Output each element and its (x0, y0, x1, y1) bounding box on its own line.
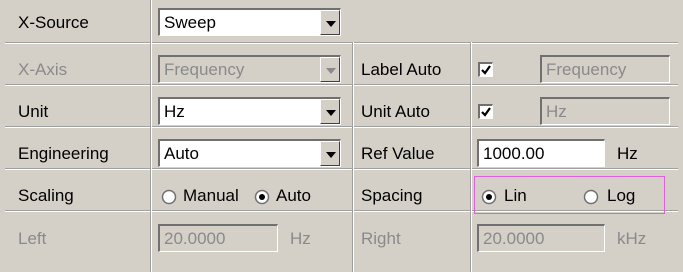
row-divider (5, 126, 678, 128)
scaling-label: Scaling (18, 186, 74, 205)
unit-label: Unit (18, 102, 49, 121)
engineering-dropdown-button[interactable] (320, 141, 340, 166)
right-value-field: 20.0000 (477, 224, 605, 252)
engineering-dropdown[interactable]: Auto (158, 139, 341, 167)
ref-value-text: 1000.00 (483, 144, 545, 163)
unit-dropdown[interactable]: Hz (158, 97, 341, 125)
chevron-down-icon (326, 68, 336, 74)
checkmark-icon (481, 65, 491, 75)
right-value: 20.0000 (483, 229, 545, 248)
display-settings-panel: X-Source Sweep X-Axis Frequency Label Au… (0, 0, 683, 272)
left-value: 20.0000 (164, 229, 226, 248)
unit-dropdown-button[interactable] (320, 99, 340, 124)
engineering-label: Engineering (18, 144, 109, 163)
chevron-down-icon (326, 152, 336, 158)
x-source-value: Sweep (164, 13, 216, 32)
unit-auto-checkbox[interactable] (478, 104, 493, 119)
unit-auto-label: Unit Auto (361, 102, 430, 121)
x-axis-value: Frequency (164, 60, 245, 79)
column-divider (150, 0, 152, 272)
unit-text-value: Hz (546, 102, 567, 121)
x-source-dropdown[interactable]: Sweep (158, 8, 341, 36)
row-divider (5, 168, 678, 170)
row-divider (5, 42, 678, 44)
scaling-manual-radio[interactable] (161, 189, 177, 205)
left-label: Left (18, 229, 47, 248)
x-source-dropdown-button[interactable] (320, 10, 340, 35)
spacing-label: Spacing (361, 186, 423, 205)
checkmark-icon (481, 107, 491, 117)
row-divider (5, 84, 678, 86)
x-axis-label: X-Axis (18, 60, 68, 79)
column-divider (352, 42, 354, 272)
chevron-down-icon (326, 110, 336, 116)
spacing-lin-radio[interactable] (481, 189, 497, 205)
scaling-auto-radio[interactable] (254, 189, 270, 205)
unit-value: Hz (164, 102, 185, 121)
right-unit: kHz (617, 229, 647, 248)
spacing-focus-frame (474, 176, 665, 214)
ref-value-label: Ref Value (361, 144, 435, 163)
chevron-down-icon (326, 21, 336, 27)
label-auto-label: Label Auto (361, 60, 442, 79)
right-label: Right (361, 229, 401, 248)
label-auto-checkbox[interactable] (478, 62, 493, 77)
label-text-value: Frequency (546, 60, 627, 79)
x-axis-dropdown: Frequency (158, 55, 341, 83)
spacing-log-radio[interactable] (583, 189, 599, 205)
x-axis-dropdown-button (320, 57, 340, 82)
ref-value-input[interactable]: 1000.00 (477, 139, 605, 167)
unit-text-field: Hz (540, 97, 670, 125)
label-text-field: Frequency (540, 55, 670, 83)
x-source-label: X-Source (18, 13, 89, 32)
left-unit: Hz (290, 229, 311, 248)
column-divider (470, 42, 472, 272)
scaling-manual-label[interactable]: Manual (183, 183, 239, 209)
spacing-log-label[interactable]: Log (607, 183, 635, 209)
ref-value-unit: Hz (617, 144, 638, 163)
left-value-field: 20.0000 (158, 224, 278, 252)
spacing-lin-label[interactable]: Lin (504, 183, 527, 209)
scaling-auto-label[interactable]: Auto (276, 183, 311, 209)
engineering-value: Auto (164, 144, 199, 163)
